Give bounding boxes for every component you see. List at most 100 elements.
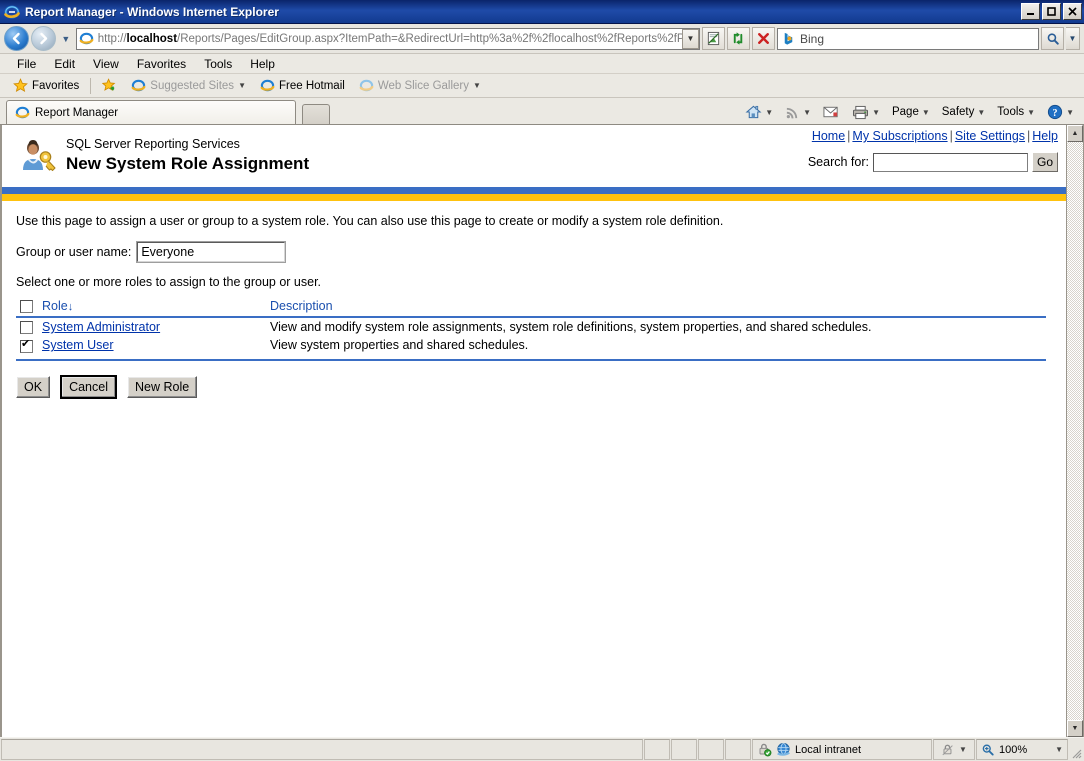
favorites-button[interactable]: Favorites (6, 77, 86, 94)
address-dropdown-button[interactable]: ▼ (682, 29, 699, 49)
bing-icon (781, 31, 796, 46)
nav-link-site-settings[interactable]: Site Settings (955, 129, 1025, 143)
print-button[interactable]: ▼ (846, 103, 886, 122)
url-prefix: http:// (98, 33, 127, 45)
site-search: Search for: Go (808, 152, 1058, 172)
favorites-item-suggested-sites[interactable]: Suggested Sites ▼ (124, 77, 253, 94)
nav-link-home[interactable]: Home (812, 129, 845, 143)
tab-bar: Report Manager ▼ (0, 98, 1084, 125)
svg-text:?: ? (1053, 108, 1058, 119)
safety-menu-button[interactable]: Safety ▼ (936, 104, 992, 120)
menu-tools[interactable]: Tools (195, 55, 241, 73)
tab-report-manager[interactable]: Report Manager (6, 100, 296, 124)
internet-explorer-icon (4, 4, 20, 20)
group-or-user-name-input[interactable] (137, 242, 285, 262)
role-checkbox-system-administrator[interactable] (20, 321, 33, 334)
report-manager-page: SQL Server Reporting Services New System… (2, 125, 1066, 737)
new-tab-button[interactable] (302, 104, 330, 124)
select-all-checkbox[interactable] (20, 300, 33, 313)
row-select-cell (16, 317, 42, 336)
feeds-button[interactable]: ▼ (779, 103, 817, 122)
tools-menu-button[interactable]: Tools ▼ (991, 104, 1041, 120)
description-column-header[interactable]: Description (270, 299, 1046, 317)
tools-menu-label: Tools (997, 106, 1024, 118)
role-checkbox-system-user[interactable] (20, 340, 33, 353)
search-go-button[interactable] (1041, 27, 1064, 50)
search-label: Search for: (808, 155, 869, 169)
menu-file[interactable]: File (8, 55, 45, 73)
help-icon: ? (1047, 104, 1063, 120)
protected-mode-status[interactable]: ▼ (933, 739, 975, 760)
menu-view[interactable]: View (84, 55, 128, 73)
ok-button[interactable]: OK (16, 376, 50, 398)
favorites-button-label: Favorites (32, 80, 79, 92)
scroll-down-button[interactable]: ▼ (1067, 720, 1083, 737)
read-mail-button[interactable] (817, 103, 846, 121)
resize-grip[interactable] (1068, 738, 1084, 761)
nav-link-help[interactable]: Help (1032, 129, 1058, 143)
favorites-item-free-hotmail[interactable]: Free Hotmail (253, 77, 352, 94)
menu-help[interactable]: Help (241, 55, 284, 73)
add-to-favorites-bar-button[interactable] (95, 77, 124, 94)
stop-icon[interactable] (752, 27, 775, 50)
new-role-button[interactable]: New Role (127, 376, 197, 398)
address-bar-url: http://localhost/Reports/Pages/EditGroup… (98, 33, 682, 45)
status-spacer-2 (671, 739, 697, 760)
site-search-input[interactable] (873, 153, 1028, 172)
chevron-down-icon: ▼ (473, 81, 481, 90)
product-name: SQL Server Reporting Services (66, 137, 309, 152)
chevron-down-icon: ▼ (1066, 108, 1074, 117)
zoom-icon (981, 743, 995, 757)
role-link-system-user[interactable]: System User (42, 338, 114, 352)
minimize-button[interactable] (1021, 3, 1040, 20)
chevron-down-icon: ▼ (872, 108, 880, 117)
role-description-cell: View system properties and shared schedu… (270, 336, 1046, 354)
maximize-button[interactable] (1042, 3, 1061, 20)
security-zone[interactable]: Local intranet (752, 739, 932, 760)
nav-link-my-subscriptions[interactable]: My Subscriptions (852, 129, 947, 143)
role-link-system-administrator[interactable]: System Administrator (42, 320, 160, 334)
user-key-icon (18, 137, 58, 177)
site-navigation-links: Home|My Subscriptions|Site Settings|Help (808, 129, 1058, 143)
ssrs-header: SQL Server Reporting Services New System… (2, 125, 1066, 187)
chevron-down-icon: ▼ (765, 108, 773, 117)
home-button[interactable]: ▼ (739, 102, 779, 122)
menu-favorites[interactable]: Favorites (128, 55, 195, 73)
favorites-item-web-slice-gallery[interactable]: Web Slice Gallery ▼ (352, 77, 488, 94)
site-search-go-button[interactable]: Go (1032, 152, 1058, 172)
star-icon (13, 78, 28, 93)
url-path: /Reports/Pages/EditGroup.aspx?ItemPath=&… (177, 33, 682, 45)
search-input[interactable]: Bing (777, 28, 1039, 50)
form-buttons: OK Cancel New Role (16, 375, 1056, 399)
search-options-dropdown[interactable]: ▼ (1066, 27, 1080, 50)
navigation-toolbar: ▼ http://localhost/Reports/Pages/EditGro… (0, 24, 1084, 54)
cancel-button[interactable]: Cancel (60, 375, 117, 399)
recent-pages-dropdown[interactable]: ▼ (58, 28, 74, 50)
roles-table: Role↓ Description (16, 299, 1046, 355)
ie-window: Report Manager - Windows Internet Explor… (0, 0, 1084, 761)
close-button[interactable] (1063, 3, 1082, 20)
zoom-control[interactable]: 100% ▼ (976, 739, 1068, 760)
address-bar[interactable]: http://localhost/Reports/Pages/EditGroup… (76, 28, 700, 50)
print-icon (852, 105, 869, 120)
chevron-down-icon: ▼ (1027, 108, 1035, 117)
mail-icon (823, 105, 840, 119)
help-menu-button[interactable]: ? ▼ (1041, 102, 1080, 122)
scroll-up-button[interactable]: ▲ (1067, 125, 1083, 142)
page-menu-button[interactable]: Page ▼ (886, 104, 936, 120)
command-bar: ▼ ▼ (739, 102, 1080, 122)
table-header-row: Role↓ Description (16, 299, 1046, 317)
menu-edit[interactable]: Edit (45, 55, 84, 73)
refresh-icon[interactable] (727, 27, 750, 50)
forward-button[interactable] (31, 26, 56, 51)
status-spacer-4 (725, 739, 751, 760)
back-button[interactable] (4, 26, 29, 51)
role-column-header[interactable]: Role↓ (42, 299, 270, 317)
select-roles-note: Select one or more roles to assign to th… (16, 275, 1056, 289)
description-column-label: Description (270, 299, 333, 313)
favorites-divider (90, 78, 91, 94)
compatibility-view-icon[interactable] (702, 27, 725, 50)
role-column-label: Role (42, 299, 68, 313)
vertical-scrollbar[interactable]: ▲ ▼ (1066, 125, 1083, 737)
chevron-down-icon: ▼ (922, 108, 930, 117)
